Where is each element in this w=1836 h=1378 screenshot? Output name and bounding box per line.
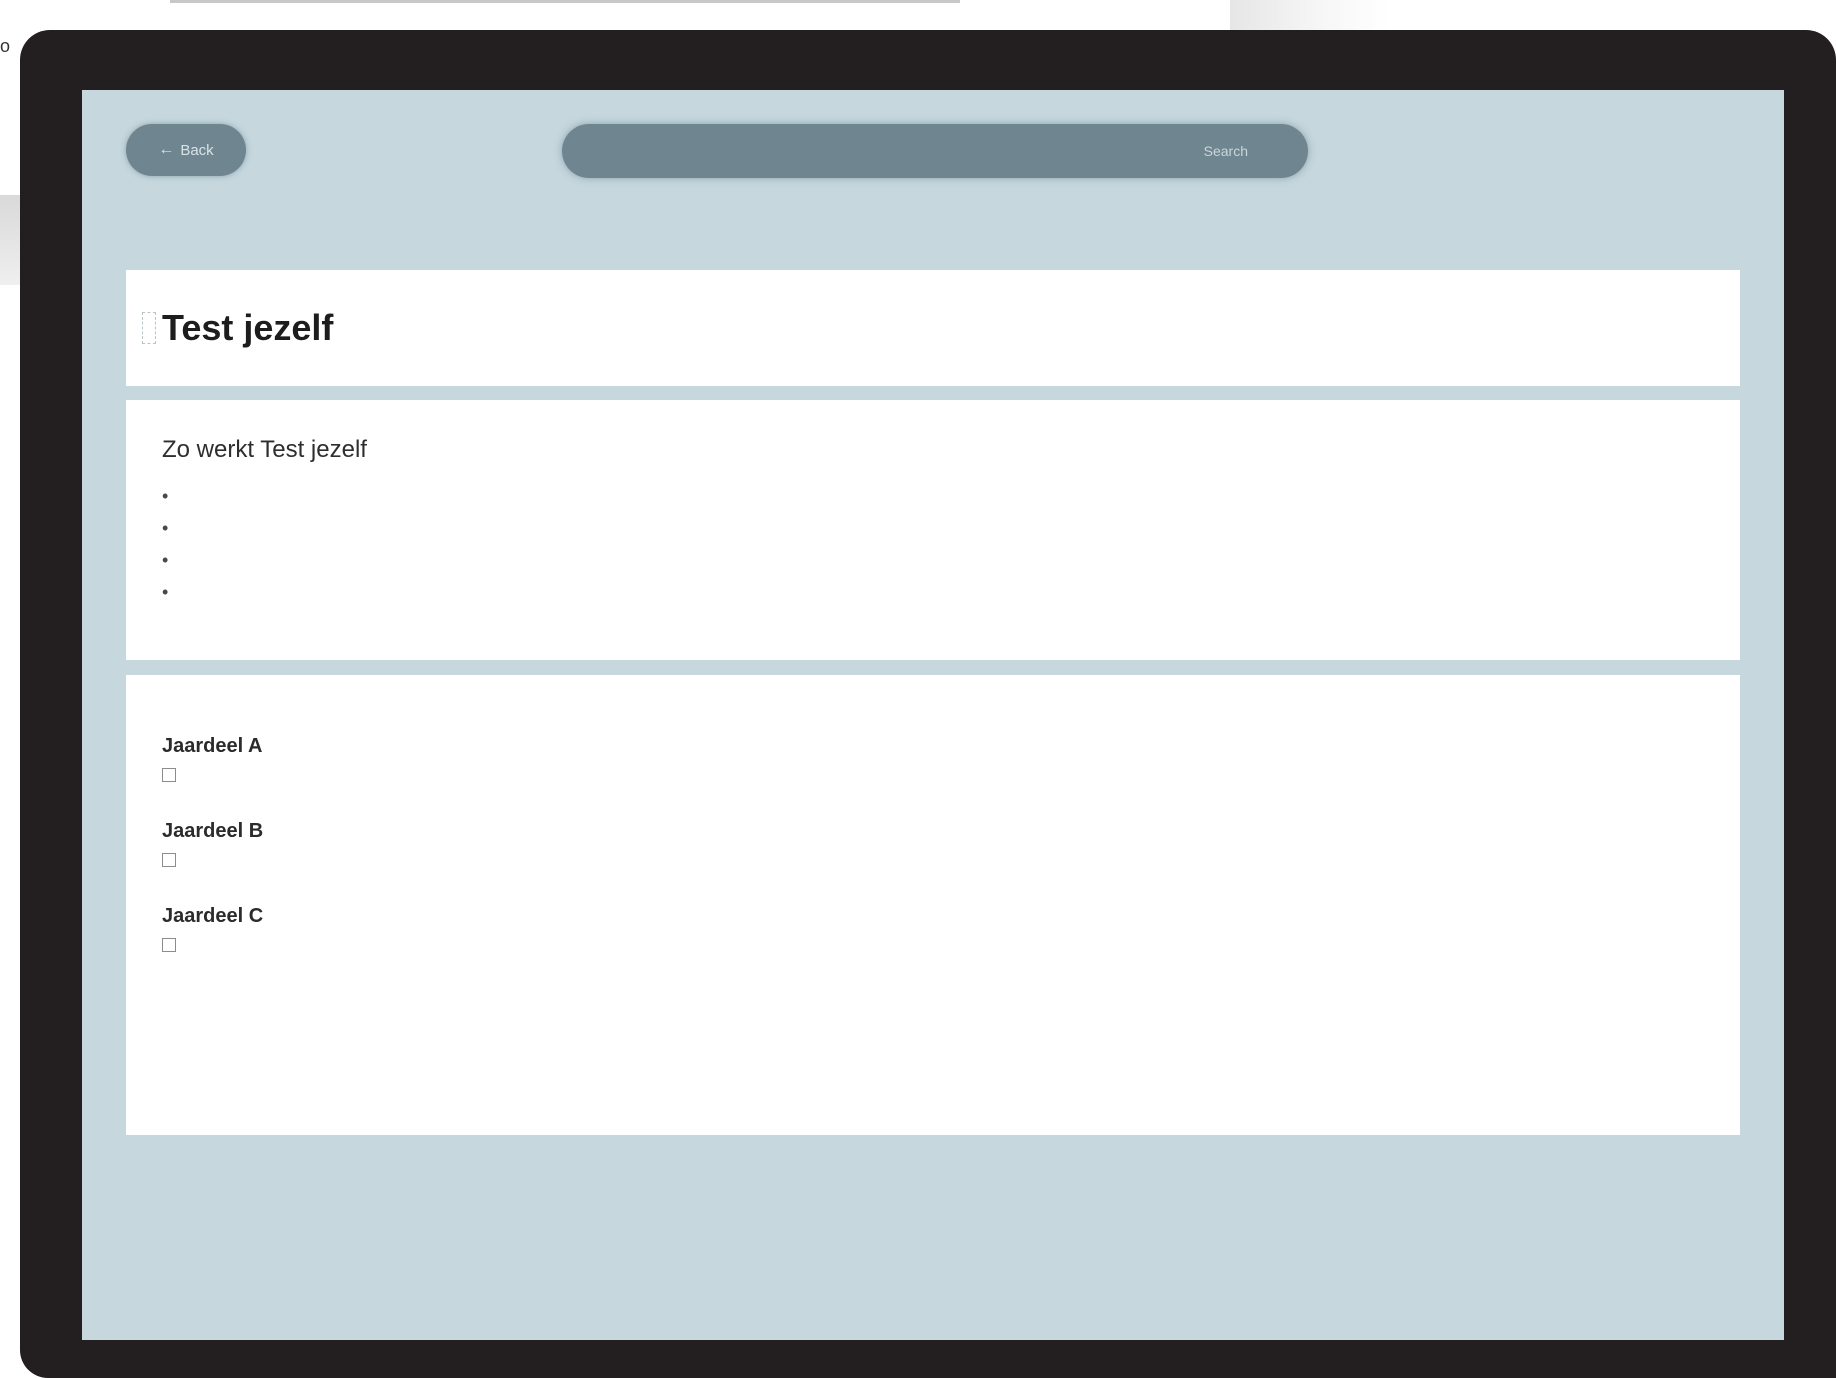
- instructions-card: Zo werkt Test jezelf • • • •: [126, 400, 1740, 660]
- tablet-frame: ← Back Search Test jezelf Zo werkt Test …: [20, 30, 1836, 1378]
- bullet-icon: •: [162, 518, 169, 538]
- question-option[interactable]: [162, 768, 1740, 782]
- address-bar[interactable]: Search: [562, 124, 1308, 178]
- question-title: Jaardeel B: [162, 820, 264, 842]
- page-title: Test jezelf: [162, 307, 334, 348]
- title-card: Test jezelf: [126, 270, 1740, 386]
- question-item: Jaardeel B: [162, 820, 1740, 867]
- checkbox[interactable]: [162, 768, 176, 782]
- question-option[interactable]: [162, 938, 1740, 952]
- question-title: Jaardeel A: [162, 735, 263, 757]
- arrow-left-icon: ←: [158, 141, 175, 158]
- question-title: Jaardeel C: [162, 905, 264, 927]
- top-shadow: [1230, 0, 1390, 30]
- questions-card: Jaardeel A Jaardeel B Jaardeel C: [126, 675, 1740, 1135]
- top-rule: [170, 0, 960, 3]
- back-button[interactable]: ← Back: [126, 124, 246, 176]
- page: o ← Back Search Test jezelf Zo werkt Tes…: [0, 0, 1836, 1378]
- list-item: •: [162, 512, 1740, 544]
- question-item: Jaardeel C: [162, 905, 1740, 952]
- instructions-heading: Zo werkt Test jezelf: [162, 436, 367, 463]
- back-button-label: Back: [180, 141, 214, 159]
- question-option[interactable]: [162, 853, 1740, 867]
- search-button[interactable]: Search: [1204, 143, 1248, 159]
- browser-screen: ← Back Search Test jezelf Zo werkt Test …: [82, 90, 1784, 1340]
- list-item: •: [162, 480, 1740, 512]
- bullet-icon: •: [162, 550, 169, 570]
- list-item: •: [162, 576, 1740, 608]
- checkbox[interactable]: [162, 938, 176, 952]
- checkbox[interactable]: [162, 853, 176, 867]
- bullet-icon: •: [162, 486, 169, 506]
- bullet-icon: •: [162, 582, 169, 602]
- list-item: •: [162, 544, 1740, 576]
- question-item: Jaardeel A: [162, 735, 1740, 782]
- edge-text: o: [0, 36, 11, 56]
- title-marker-icon: [142, 312, 156, 344]
- instructions-list: • • • •: [162, 480, 1740, 608]
